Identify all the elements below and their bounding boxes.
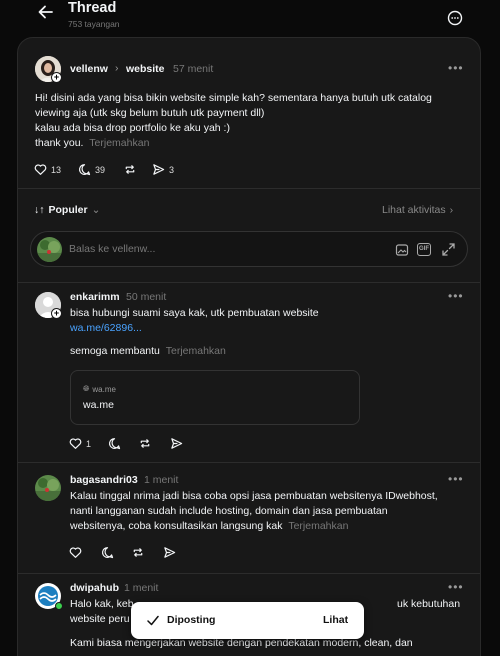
repost-icon — [125, 165, 135, 174]
comment-body: Kalau tinggal nrima jadi bisa coba opsi … — [70, 489, 475, 534]
like-count: 13 — [51, 164, 62, 175]
divider — [18, 573, 480, 574]
reply-button[interactable] — [101, 546, 114, 559]
comment-time: 1 menit — [124, 582, 159, 594]
send-icon — [153, 164, 165, 175]
heart-icon — [69, 438, 82, 449]
heart-icon — [34, 164, 47, 175]
thread-card: + vellenw › website 57 menit ••• Hi! dis… — [17, 37, 481, 656]
translate-link[interactable]: Terjemahkan — [288, 520, 348, 532]
avatar — [37, 237, 62, 262]
comment-username[interactable]: dwipahub — [70, 582, 119, 594]
back-arrow-icon[interactable] — [36, 2, 56, 22]
divider — [18, 462, 480, 463]
reply-button[interactable]: 39 — [78, 163, 105, 176]
toast-label: Diposting — [167, 614, 216, 626]
preview-domain-row: 🌐︎ wa.me — [83, 384, 116, 394]
share-button[interactable] — [170, 437, 183, 450]
like-button[interactable]: 1 — [69, 437, 91, 450]
chevron-right-icon: › — [449, 204, 454, 216]
share-button[interactable] — [163, 546, 176, 559]
like-count: 1 — [86, 438, 92, 449]
preview-title: wa.me — [83, 399, 114, 411]
comment-link[interactable]: wa.me/62896... — [70, 321, 470, 336]
comment-username[interactable]: bagasandri03 — [70, 474, 138, 486]
comment-icon — [79, 164, 91, 176]
send-icon — [171, 438, 183, 449]
comment-time: 1 menit — [144, 474, 179, 486]
posted-toast: Diposting Lihat — [131, 602, 364, 639]
post-topic[interactable]: website — [126, 63, 165, 75]
translate-link[interactable]: Terjemahkan — [166, 345, 226, 357]
reply-count: 39 — [95, 164, 106, 175]
comment-line: uk kebutuhan — [397, 598, 461, 610]
top-bar: Thread 753 tayangan — [0, 0, 500, 36]
comment-line: Kalau tinggal nrima jadi bisa coba opsi … — [70, 490, 438, 502]
post-line: viewing aja (utk skg belum butuh utk pay… — [35, 107, 265, 119]
comment-icon — [102, 547, 114, 559]
comment-body: semoga membantu Terjemahkan — [70, 344, 470, 359]
image-icon[interactable] — [395, 243, 409, 257]
post-username[interactable]: vellenw — [70, 63, 108, 75]
heart-icon — [69, 547, 82, 558]
post-line: kalau ada bisa drop portfolio ke aku yah… — [35, 122, 230, 134]
like-button[interactable] — [69, 546, 82, 559]
reply-input[interactable]: Balas ke vellenw... — [69, 243, 155, 255]
comment-line: website peru — [70, 613, 130, 625]
comment-more-icon[interactable]: ••• — [448, 580, 464, 594]
comment-body: bisa hubungi suami saya kak, utk pembuat… — [70, 306, 470, 336]
reply-box[interactable]: Balas ke vellenw... GIF — [30, 231, 468, 267]
post-time: 57 menit — [173, 63, 214, 75]
like-button[interactable]: 13 — [34, 163, 61, 176]
repost-button[interactable] — [123, 163, 137, 176]
chevron-down-icon: ⌄ — [91, 204, 101, 216]
comment-line: Halo kak, keb — [70, 598, 134, 610]
comment-line: bisa hubungi suami saya kak, utk pembuat… — [70, 307, 319, 319]
gif-icon[interactable]: GIF — [417, 243, 431, 256]
activity-label: Lihat aktivitas — [382, 204, 446, 216]
view-activity-link[interactable]: Lihat aktivitas › — [382, 204, 453, 216]
post-line: Hi! disini ada yang bisa bikin website s… — [35, 92, 432, 104]
comment-time: 50 menit — [126, 291, 167, 303]
online-status-dot — [55, 602, 63, 610]
post-body: Hi! disini ada yang bisa bikin website s… — [35, 91, 475, 151]
translate-link[interactable]: Terjemahkan — [89, 137, 149, 149]
follow-plus-icon[interactable]: + — [51, 72, 62, 83]
share-button[interactable]: 3 — [152, 163, 174, 176]
comment-line: websitenya, coba konsultasikan langsung … — [70, 520, 283, 532]
check-icon — [147, 615, 159, 626]
comment-line: nanti langganan sudah include hosting, d… — [70, 505, 388, 517]
breadcrumb-separator: › — [115, 62, 119, 74]
comment-more-icon[interactable]: ••• — [448, 472, 464, 486]
expand-icon[interactable] — [441, 242, 456, 257]
comment-icon — [109, 438, 121, 450]
more-options-icon[interactable] — [447, 10, 463, 26]
comment-username[interactable]: enkarimm — [70, 291, 120, 303]
repost-button[interactable] — [131, 546, 145, 559]
sort-label: Populer — [48, 204, 88, 216]
sort-dropdown[interactable]: ↓↑ Populer ⌄ — [34, 204, 100, 216]
divider — [18, 282, 480, 283]
post-line: thank you. — [35, 137, 84, 149]
comment-line: semoga membantu — [70, 345, 160, 357]
preview-domain: wa.me — [92, 384, 116, 394]
follow-plus-icon[interactable]: + — [51, 308, 62, 319]
repost-icon — [140, 439, 150, 448]
view-count: 753 tayangan — [68, 19, 120, 29]
send-icon — [164, 547, 176, 558]
repost-icon — [133, 548, 143, 557]
page-title: Thread — [68, 0, 117, 16]
divider — [18, 188, 480, 189]
post-more-icon[interactable]: ••• — [448, 61, 464, 75]
repost-button[interactable] — [138, 437, 152, 450]
toast-view-button[interactable]: Lihat — [323, 614, 348, 626]
link-preview-card[interactable]: 🌐︎ wa.me wa.me — [70, 370, 360, 425]
reply-button[interactable] — [108, 437, 121, 450]
comment-more-icon[interactable]: ••• — [448, 289, 464, 303]
avatar[interactable] — [35, 475, 61, 501]
sort-icon: ↓↑ — [34, 204, 45, 216]
share-count: 3 — [169, 164, 175, 175]
globe-icon: 🌐︎ — [83, 384, 90, 393]
